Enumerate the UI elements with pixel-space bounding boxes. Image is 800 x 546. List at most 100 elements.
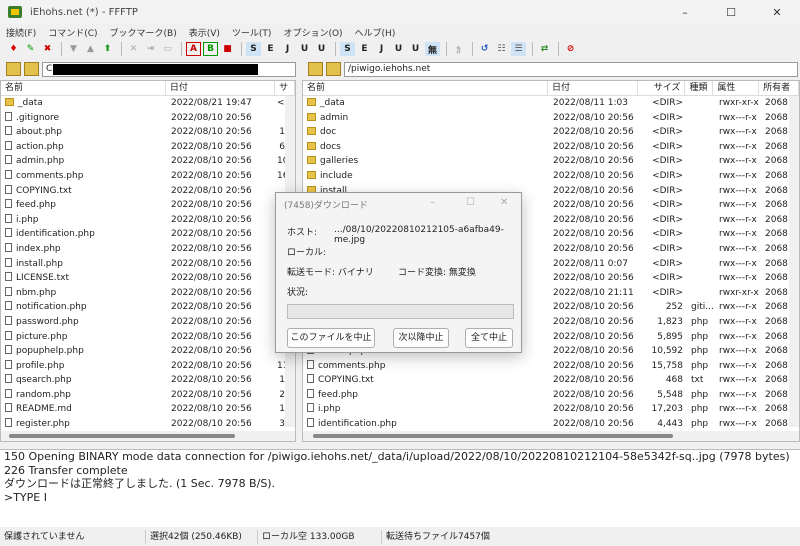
download-icon[interactable]: ▼ xyxy=(66,42,81,56)
abort-all-button[interactable]: 全て中止 xyxy=(465,328,513,348)
maximize-button[interactable]: ☐ xyxy=(708,0,754,24)
disconnect-icon[interactable]: ✖ xyxy=(40,42,55,56)
utf8bom-icon[interactable]: U xyxy=(314,42,329,56)
local-horizontal-scrollbar[interactable] xyxy=(1,431,295,441)
menu-help[interactable]: ヘルプ(H) xyxy=(355,26,396,39)
local-up-folder-icon[interactable] xyxy=(6,62,21,76)
table-row[interactable]: feed.php 2022/08/10 20:56 xyxy=(1,198,295,213)
abort-following-button[interactable]: 次以降中止 xyxy=(393,328,449,348)
kana-convert-icon[interactable]: ｶ xyxy=(451,42,466,56)
col-size[interactable]: サイズ xyxy=(638,81,686,95)
table-row[interactable]: i.php 2022/08/10 20:56 17,203 php rwx---r-x 2… xyxy=(303,402,799,417)
table-row[interactable]: comments.php 2022/08/10 20:56 16 xyxy=(1,169,295,184)
upload-icon[interactable]: ▲ xyxy=(83,42,98,56)
minimize-button[interactable]: – xyxy=(662,0,708,24)
remote-scroll-thumb[interactable] xyxy=(313,434,673,438)
col-type[interactable]: 種類 xyxy=(685,81,714,95)
col-name[interactable]: 名前 xyxy=(1,81,166,95)
table-row[interactable]: profile.php 2022/08/10 20:56 11 xyxy=(1,359,295,374)
col-name[interactable]: 名前 xyxy=(303,81,548,95)
menu-view[interactable]: 表示(V) xyxy=(189,26,220,39)
table-row[interactable]: galleries 2022/08/10 20:56 <DIR> rwx---r-x 2… xyxy=(303,154,799,169)
table-row[interactable]: install.php 2022/08/10 20:56 xyxy=(1,257,295,272)
table-row[interactable]: identification.php 2022/08/10 20:56 4,443 p… xyxy=(303,417,799,432)
col-size[interactable]: サ xyxy=(275,81,295,95)
sjis-icon[interactable]: S xyxy=(246,42,261,56)
table-row[interactable]: about.php 2022/08/10 20:56 1 xyxy=(1,125,295,140)
table-row[interactable]: random.php 2022/08/10 20:56 2 xyxy=(1,388,295,403)
col-date[interactable]: 日付 xyxy=(548,81,638,95)
table-row[interactable]: README.md 2022/08/10 20:56 1 xyxy=(1,402,295,417)
cell-owner: 2068 xyxy=(765,287,788,298)
rename-icon[interactable]: ⇥ xyxy=(143,42,158,56)
menu-connect[interactable]: 接続(F) xyxy=(6,26,36,39)
table-row[interactable]: identification.php 2022/08/10 20:56 xyxy=(1,227,295,242)
remote-euc-icon[interactable]: E xyxy=(357,42,372,56)
table-row[interactable]: picture.php2022/08/10 20:562 xyxy=(1,330,295,345)
menu-bookmark[interactable]: ブックマーク(B) xyxy=(110,26,177,39)
mirror-upload-icon[interactable]: ⬆ xyxy=(100,42,115,56)
remote-horizontal-scrollbar[interactable] xyxy=(303,431,799,441)
table-row[interactable]: notification.php 2022/08/10 20:56 xyxy=(1,300,295,315)
table-row[interactable]: COPYING.txt 2022/08/10 20:56 xyxy=(1,184,295,199)
no-convert-icon[interactable]: 無 xyxy=(425,42,440,56)
table-row[interactable]: LICENSE.txt 2022/08/10 20:56 xyxy=(1,271,295,286)
ascii-mode-icon[interactable]: A xyxy=(186,42,201,56)
table-row[interactable]: qsearch.php 2022/08/10 20:56 1 xyxy=(1,373,295,388)
remote-up-folder-icon[interactable] xyxy=(308,62,323,76)
delete-icon[interactable]: ✕ xyxy=(126,42,141,56)
local-open-folder-icon[interactable] xyxy=(24,62,39,76)
table-row[interactable]: popuphelp.php 2022/08/10 20:56 xyxy=(1,344,295,359)
menu-command[interactable]: コマンド(C) xyxy=(48,26,97,39)
table-row[interactable]: doc 2022/08/10 20:56 <DIR> rwx---r-x 2068 xyxy=(303,125,799,140)
table-row[interactable]: _data2022/08/21 19:47<D xyxy=(1,96,295,111)
utf8-icon[interactable]: U xyxy=(297,42,312,56)
remote-utf8-icon[interactable]: U xyxy=(391,42,406,56)
table-row[interactable]: docs 2022/08/10 20:56 <DIR> rwx---r-x 2068 xyxy=(303,140,799,155)
col-date[interactable]: 日付 xyxy=(166,81,276,95)
dialog-minimize-button[interactable]: – xyxy=(430,197,435,208)
abort-this-file-button[interactable]: このファイルを中止 xyxy=(287,328,375,348)
stop-icon[interactable]: ⊘ xyxy=(563,42,578,56)
dialog-maximize-button[interactable]: ☐ xyxy=(466,197,475,208)
list-view-icon[interactable]: ☷ xyxy=(494,42,509,56)
col-attr[interactable]: 属性 xyxy=(713,81,760,95)
table-row[interactable]: .gitignore 2022/08/10 20:56 xyxy=(1,111,295,126)
jis-icon[interactable]: J xyxy=(280,42,295,56)
dialog-close-button[interactable]: ✕ xyxy=(500,197,508,208)
remote-jis-icon[interactable]: J xyxy=(374,42,389,56)
remote-vertical-scrollbar[interactable] xyxy=(789,96,799,427)
remote-utf8bom-icon[interactable]: U xyxy=(408,42,423,56)
close-button[interactable]: ✕ xyxy=(754,0,800,24)
table-row[interactable]: include 2022/08/10 20:56 <DIR> rwx---r-x 206… xyxy=(303,169,799,184)
sync-icon[interactable]: ⇄ xyxy=(537,42,552,56)
remote-sjis-icon[interactable]: S xyxy=(340,42,355,56)
table-row[interactable]: action.php 2022/08/10 20:56 6 xyxy=(1,140,295,155)
table-row[interactable]: i.php 2022/08/10 20:56 xyxy=(1,213,295,228)
table-row[interactable]: COPYING.txt 2022/08/10 20:56 468 txt rwx---r… xyxy=(303,373,799,388)
table-row[interactable]: register.php 2022/08/10 20:56 3 xyxy=(1,417,295,432)
col-owner[interactable]: 所有者 xyxy=(759,81,799,95)
table-row[interactable]: index.php 2022/08/10 20:56 xyxy=(1,242,295,257)
remote-open-folder-icon[interactable] xyxy=(326,62,341,76)
table-row[interactable]: password.php 2022/08/10 20:56 xyxy=(1,315,295,330)
menu-options[interactable]: オプション(O) xyxy=(283,26,342,39)
mkdir-icon[interactable]: ▭ xyxy=(160,42,175,56)
refresh-icon[interactable]: ↺ xyxy=(477,42,492,56)
euc-icon[interactable]: E xyxy=(263,42,278,56)
table-row[interactable]: admin 2022/08/10 20:56 <DIR> rwx---r-x 2068 xyxy=(303,111,799,126)
local-scroll-thumb[interactable] xyxy=(9,434,235,438)
table-row[interactable]: _data 2022/08/11 1:03 <DIR> rwxr-xr-x 2068 xyxy=(303,96,799,111)
remote-path-input[interactable]: /piwigo.iehohs.net xyxy=(344,61,798,77)
auto-mode-icon[interactable]: ■ xyxy=(220,42,235,56)
quick-connect-icon[interactable]: ✎ xyxy=(23,42,38,56)
table-row[interactable]: feed.php 2022/08/10 20:56 5,548 php rwx---r-… xyxy=(303,388,799,403)
local-path-input[interactable]: C xyxy=(42,61,296,77)
menu-tools[interactable]: ツール(T) xyxy=(232,26,272,39)
connect-icon[interactable]: ♦ xyxy=(6,42,21,56)
table-row[interactable]: comments.php 2022/08/10 20:56 15,758 php rwx… xyxy=(303,359,799,374)
binary-mode-icon[interactable]: B xyxy=(203,42,218,56)
table-row[interactable]: admin.php 2022/08/10 20:56 10 xyxy=(1,154,295,169)
detail-view-icon[interactable]: ☰ xyxy=(511,42,526,56)
table-row[interactable]: nbm.php 2022/08/10 20:56 xyxy=(1,286,295,301)
